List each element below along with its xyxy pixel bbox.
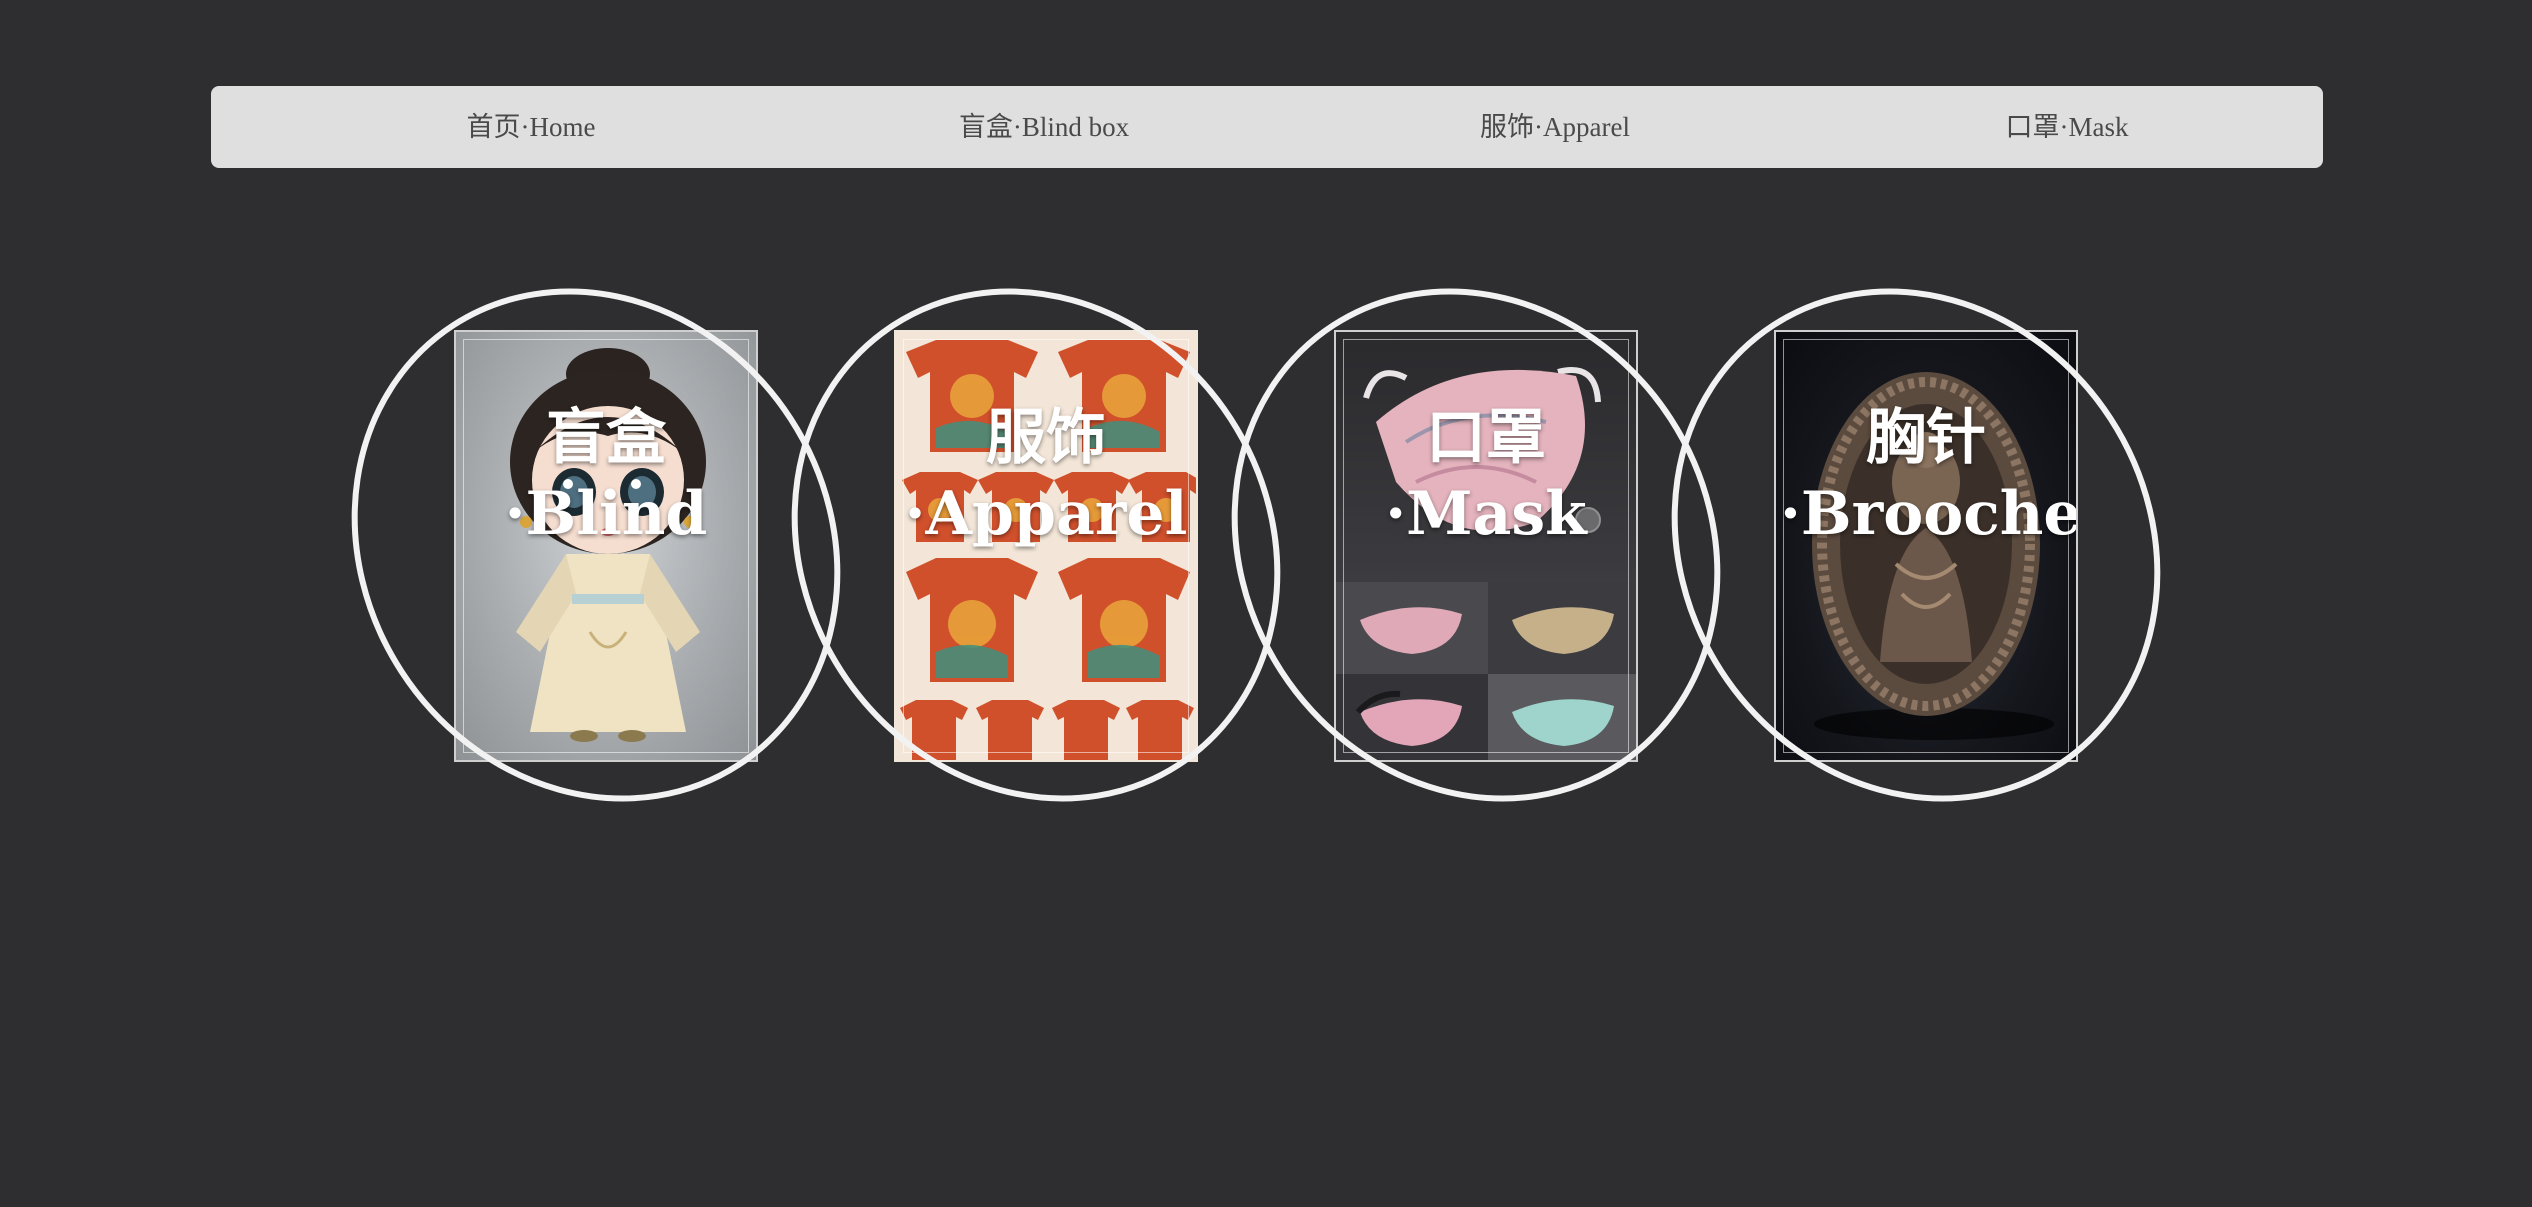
top-navbar: 首页·Home 盲盒·Blind box 服饰·Apparel 口罩·Mask bbox=[211, 86, 2323, 168]
decorative-ring-icon bbox=[1231, 288, 1721, 802]
decorative-ring-icon bbox=[791, 288, 1281, 802]
nav-item-blind-box[interactable]: 盲盒·Blind box bbox=[959, 86, 1129, 168]
category-card-apparel-zone: 服饰·Apparel bbox=[791, 288, 1281, 802]
category-card-mask-zone: 口罩·Mask bbox=[1231, 288, 1721, 802]
nav-item-mask[interactable]: 口罩·Mask bbox=[2006, 86, 2129, 168]
decorative-ring-icon bbox=[1671, 288, 2161, 802]
category-card-blind-box-zone: 盲盒·Blind bbox=[351, 288, 841, 802]
nav-item-home[interactable]: 首页·Home bbox=[467, 86, 596, 168]
decorative-ring-icon bbox=[351, 288, 841, 802]
nav-item-apparel[interactable]: 服饰·Apparel bbox=[1480, 86, 1630, 168]
category-card-brooches-zone: 胸针·Brooches bbox=[1671, 288, 2161, 802]
